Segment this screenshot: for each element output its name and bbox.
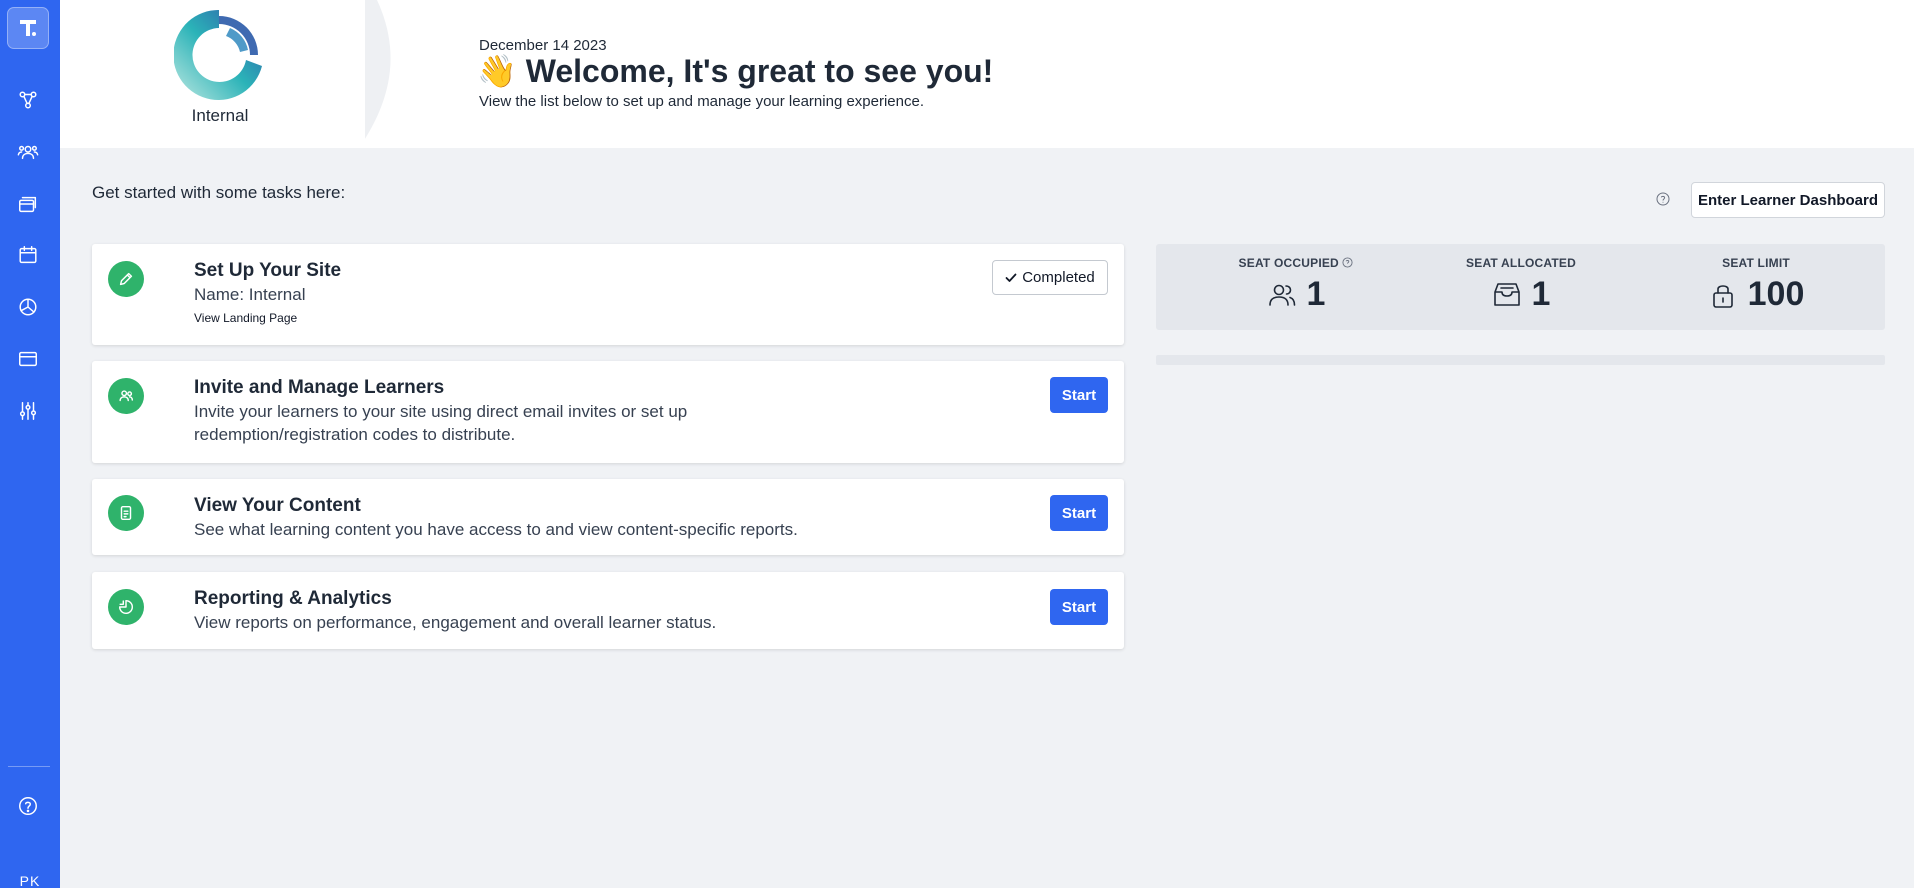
task-title: Reporting & Analytics	[194, 588, 392, 609]
task-description: See what learning content you have acces…	[194, 520, 798, 539]
start-button[interactable]: Start	[1050, 589, 1108, 625]
user-avatar[interactable]: PK	[0, 873, 60, 888]
stat-label-row: SEAT OCCUPIED	[1226, 256, 1366, 270]
task-title: View Your Content	[194, 495, 361, 516]
stat-row: 100	[1696, 275, 1816, 314]
lock-icon	[1712, 284, 1733, 308]
sidebar-help[interactable]	[14, 792, 42, 820]
enter-learner-dashboard-button[interactable]: Enter Learner Dashboard	[1691, 182, 1885, 218]
help-icon[interactable]	[1656, 192, 1670, 206]
wave-emoji: 👋	[477, 53, 517, 89]
help-circle-icon	[19, 797, 37, 815]
org-logo	[174, 10, 262, 100]
org-name: Internal	[191, 106, 249, 125]
info-icon[interactable]	[1342, 257, 1354, 268]
stat-label: SEAT OCCUPIED	[1238, 256, 1339, 270]
task-card-reporting: Reporting & Analytics View reports on pe…	[92, 572, 1124, 649]
task-title: Invite and Manage Learners	[194, 377, 445, 398]
stat-value: 1	[1306, 275, 1326, 313]
task-icon	[108, 589, 144, 625]
stat-label: SEAT LIMIT	[1722, 256, 1790, 270]
layers-icon	[19, 196, 37, 213]
sidebar: PK	[0, 0, 60, 888]
stat-label: SEAT ALLOCATED	[1466, 256, 1576, 270]
task-icon	[108, 378, 144, 414]
view-landing-page-link[interactable]: View Landing Page	[194, 311, 297, 325]
task-card-setup-site: Set Up Your Site Name: Internal View Lan…	[92, 244, 1124, 345]
sidebar-item-content[interactable]	[14, 190, 42, 218]
users-icon	[119, 390, 134, 402]
task-description: View reports on performance, engagement …	[194, 613, 717, 632]
sliders-icon	[19, 402, 37, 420]
page-header: Internal December 14 2023 👋 Welcome, It'…	[60, 0, 1914, 148]
sidebar-item-site[interactable]	[14, 345, 42, 373]
stat-row: 1	[1456, 275, 1586, 314]
stat-seat-limit: SEAT LIMIT 100	[1696, 256, 1816, 314]
sidebar-divider	[8, 766, 50, 767]
start-button[interactable]: Start	[1050, 495, 1108, 531]
stat-seat-occupied: SEAT OCCUPIED 1	[1226, 256, 1366, 314]
users-icon	[1268, 284, 1295, 306]
pie-chart-icon	[19, 298, 37, 316]
sidebar-item-calendar[interactable]	[14, 241, 42, 269]
sidebar-item-settings[interactable]	[14, 397, 42, 425]
archive-box-icon	[1493, 282, 1520, 306]
check-icon	[1005, 273, 1017, 282]
stat-value: 100	[1747, 275, 1805, 313]
stat-seat-allocated: SEAT ALLOCATED 1	[1456, 256, 1586, 314]
welcome-heading: 👋 Welcome, It's great to see you!	[477, 52, 993, 90]
task-icon	[108, 495, 144, 531]
seat-stats-panel: SEAT OCCUPIED 1 SEAT ALLOCATED 1 SEAT LI…	[1156, 244, 1885, 330]
stats-progress-bar	[1156, 355, 1885, 365]
chart-icon	[118, 599, 134, 615]
app-logo-icon	[20, 20, 36, 36]
task-description: Invite your learners to your site using …	[194, 402, 688, 444]
pencil-icon	[119, 272, 133, 286]
browser-icon	[19, 351, 37, 367]
tasks-heading: Get started with some tasks here:	[92, 183, 346, 202]
app-logo-button[interactable]	[7, 7, 49, 49]
document-icon	[120, 505, 132, 521]
start-button[interactable]: Start	[1050, 377, 1108, 413]
welcome-text: Welcome, It's great to see you!	[525, 53, 994, 89]
task-icon	[108, 261, 144, 297]
header-decor-curve	[365, 0, 391, 148]
sidebar-item-workflow[interactable]	[14, 86, 42, 114]
stat-row: 1	[1226, 275, 1366, 314]
workflow-icon	[19, 91, 37, 109]
task-card-view-content: View Your Content See what learning cont…	[92, 479, 1124, 555]
completed-button[interactable]: Completed	[992, 260, 1108, 295]
users-icon	[17, 145, 39, 160]
sidebar-item-reports[interactable]	[14, 293, 42, 321]
task-title: Set Up Your Site	[194, 260, 342, 281]
calendar-icon	[19, 246, 37, 264]
completed-label: Completed	[1022, 269, 1095, 286]
task-description: Name: Internal	[194, 285, 306, 304]
stat-value: 1	[1531, 275, 1551, 313]
sidebar-item-users[interactable]	[14, 138, 42, 166]
task-card-invite-learners: Invite and Manage Learners Invite your l…	[92, 361, 1124, 463]
welcome-subtitle: View the list below to set up and manage…	[479, 93, 924, 110]
